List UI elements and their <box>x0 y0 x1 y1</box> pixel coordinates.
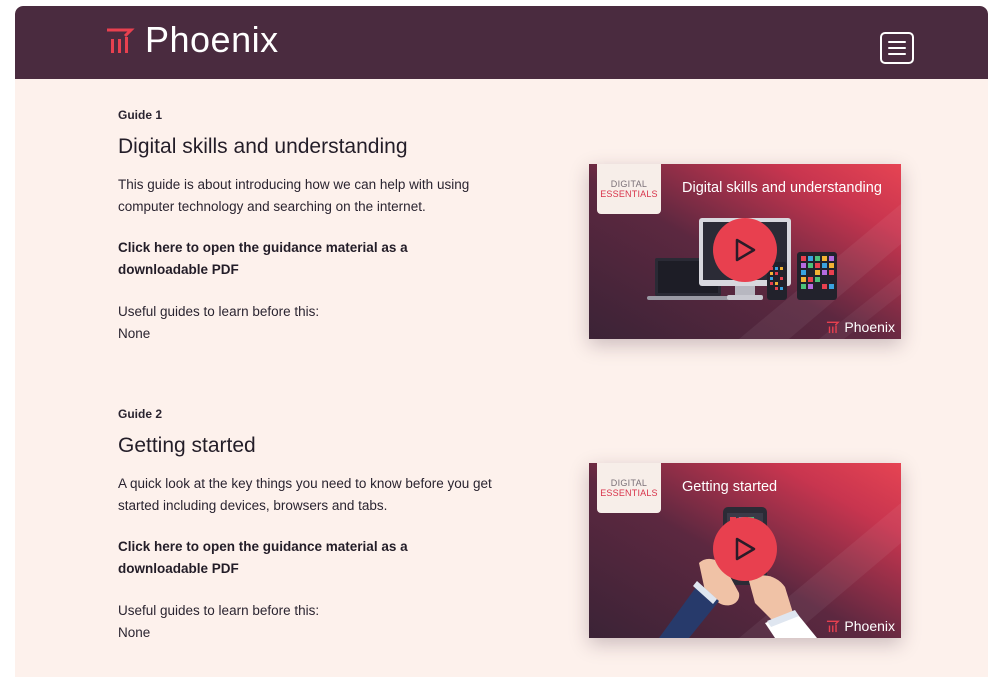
guide-title: Digital skills and understanding <box>118 135 408 158</box>
play-button[interactable] <box>713 517 777 581</box>
prereq-label: Useful guides to learn before this: <box>118 603 320 618</box>
video-brand-logo: Phoenix <box>826 319 895 335</box>
prerequisites: Useful guides to learn before this: None <box>118 301 538 345</box>
digital-essentials-badge: DIGITAL ESSENTIALS <box>597 463 661 513</box>
badge-line-2: ESSENTIALS <box>600 488 658 498</box>
guide-description: A quick look at the key things you need … <box>118 476 492 513</box>
guide-2-video[interactable]: DIGITAL ESSENTIALS Getting started Phoen… <box>589 463 901 638</box>
badge-line-1: DIGITAL <box>610 478 648 488</box>
prereq-label: Useful guides to learn before this: <box>118 304 320 319</box>
video-title: Digital skills and understanding <box>682 180 882 196</box>
phoenix-logo[interactable]: Phoenix <box>105 20 279 60</box>
menu-line <box>888 47 906 49</box>
phoenix-logo-icon <box>827 321 841 334</box>
guide-2-section: Guide 2 Getting started A quick look at … <box>118 406 538 644</box>
guide-1-video[interactable]: DIGITAL ESSENTIALS Digital skills and un… <box>589 164 901 339</box>
phoenix-logo-icon <box>827 620 841 633</box>
site-header: Phoenix <box>15 6 988 79</box>
guide-description: This guide is about introducing how we c… <box>118 177 470 214</box>
video-brand-name: Phoenix <box>844 319 895 335</box>
phoenix-logo-icon <box>107 28 135 53</box>
guide-title: Getting started <box>118 434 256 457</box>
video-brand-name: Phoenix <box>844 618 895 634</box>
guide-number: Guide 2 <box>118 407 163 421</box>
prereq-value: None <box>118 326 151 341</box>
digital-essentials-badge: DIGITAL ESSENTIALS <box>597 164 661 214</box>
hamburger-menu-icon[interactable] <box>880 32 914 64</box>
guide-1-section: Guide 1 Digital skills and understanding… <box>118 107 538 345</box>
play-icon <box>735 537 756 561</box>
download-pdf-link[interactable]: Click here to open the guidance material… <box>118 536 458 580</box>
badge-line-1: DIGITAL <box>610 179 648 189</box>
prerequisites: Useful guides to learn before this: None <box>118 600 538 644</box>
play-icon <box>735 238 756 262</box>
prereq-value: None <box>118 625 151 640</box>
brand-name: Phoenix <box>145 19 279 60</box>
menu-line <box>888 41 906 43</box>
play-button[interactable] <box>713 218 777 282</box>
badge-line-2: ESSENTIALS <box>600 189 658 199</box>
download-pdf-link[interactable]: Click here to open the guidance material… <box>118 237 458 281</box>
video-title: Getting started <box>682 479 778 495</box>
page-frame: Phoenix Guide 1 Digital skills and under… <box>15 6 988 677</box>
menu-line <box>888 53 906 55</box>
guide-number: Guide 1 <box>118 108 163 122</box>
video-brand-logo: Phoenix <box>826 618 895 634</box>
